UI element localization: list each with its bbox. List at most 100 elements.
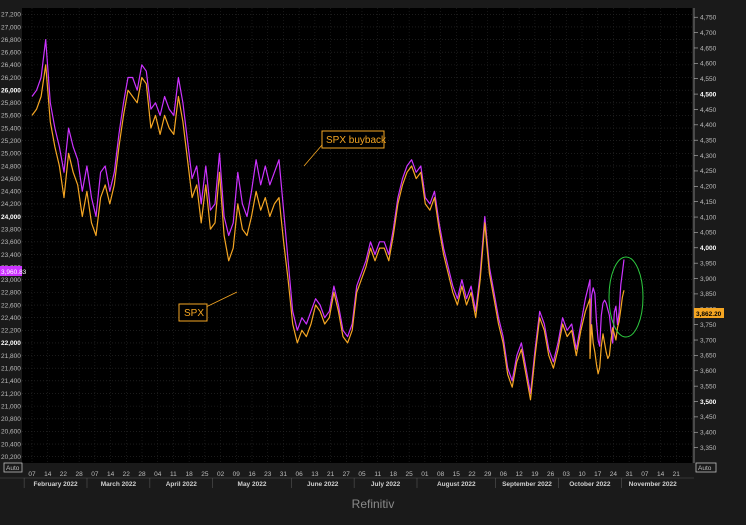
buyback-last-value: 3,960.83 [1, 269, 27, 276]
right-tick-label: 4,600 [700, 61, 717, 68]
x-tick-label: 09 [233, 471, 241, 478]
left-tick-label: 21,000 [1, 403, 21, 410]
month-label: November 2022 [629, 481, 677, 488]
x-tick-label: 25 [406, 471, 414, 478]
left-tick-label: 27,000 [1, 24, 21, 31]
x-tick-label: 03 [563, 471, 571, 478]
x-tick-label: 11 [374, 471, 381, 478]
x-tick-label: 28 [76, 471, 84, 478]
month-label: April 2022 [166, 481, 197, 488]
left-tick-label: 24,200 [1, 201, 21, 208]
left-tick-label: 24,800 [1, 163, 21, 170]
x-tick-label: 21 [327, 471, 335, 478]
x-tick-label: 22 [468, 471, 476, 478]
left-tick-label: 22,800 [1, 290, 21, 297]
right-tick-label: 4,750 [700, 15, 717, 22]
right-tick-label: 4,700 [700, 30, 717, 37]
right-tick-label: 3,650 [700, 353, 717, 360]
left-tick-label: 27,200 [1, 12, 21, 19]
right-tick-label: 4,450 [700, 107, 717, 114]
x-tick-label: 02 [217, 471, 225, 478]
right-tick-label: 3,750 [700, 322, 717, 329]
month-label: October 2022 [569, 481, 611, 488]
right-tick-label: 4,000 [700, 245, 717, 252]
month-label: September 2022 [502, 481, 552, 488]
left-tick-label: 25,200 [1, 138, 21, 145]
x-tick-label: 16 [248, 471, 256, 478]
month-label: February 2022 [34, 481, 78, 488]
left-auto-label: Auto [6, 465, 20, 472]
right-tick-label: 3,850 [700, 291, 717, 298]
left-tick-label: 20,800 [1, 416, 21, 423]
x-tick-label: 07 [91, 471, 99, 478]
x-tick-label: 31 [280, 471, 288, 478]
x-tick-label: 10 [578, 471, 586, 478]
x-tick-label: 06 [296, 471, 304, 478]
x-tick-label: 22 [123, 471, 131, 478]
right-tick-label: 3,400 [700, 430, 717, 437]
left-tick-label: 22,000 [1, 340, 21, 347]
x-tick-label: 22 [60, 471, 68, 478]
left-tick-label: 24,400 [1, 189, 21, 196]
spx-last-value: 3,862.20 [696, 311, 722, 318]
plot-area [22, 8, 692, 463]
x-tick-label: 31 [626, 471, 634, 478]
right-tick-label: 3,600 [700, 368, 717, 375]
right-tick-label: 3,500 [700, 399, 717, 406]
x-tick-label: 29 [484, 471, 492, 478]
left-tick-label: 26,400 [1, 62, 21, 69]
right-tick-label: 4,050 [700, 230, 717, 237]
x-tick-label: 06 [500, 471, 508, 478]
x-tick-label: 01 [421, 471, 429, 478]
month-label: March 2022 [101, 481, 137, 488]
right-tick-label: 3,900 [700, 276, 717, 283]
month-label: June 2022 [307, 481, 339, 488]
left-tick-label: 25,400 [1, 125, 21, 132]
left-tick-label: 22,200 [1, 328, 21, 335]
left-tick-label: 24,600 [1, 176, 21, 183]
right-tick-label: 4,250 [700, 168, 717, 175]
left-tick-label: 21,400 [1, 378, 21, 385]
left-tick-label: 20,600 [1, 429, 21, 436]
x-tick-label: 04 [154, 471, 162, 478]
left-tick-label: 23,000 [1, 277, 21, 284]
right-tick-label: 4,400 [700, 122, 717, 129]
left-tick-label: 26,200 [1, 75, 21, 82]
left-tick-label: 20,400 [1, 441, 21, 448]
x-tick-label: 14 [44, 471, 52, 478]
left-tick-label: 26,800 [1, 37, 21, 44]
x-tick-label: 15 [453, 471, 461, 478]
right-tick-label: 4,200 [700, 184, 717, 191]
x-tick-label: 17 [594, 471, 602, 478]
x-tick-label: 11 [170, 471, 177, 478]
annotation-buyback-label: SPX buyback [326, 135, 387, 146]
x-tick-label: 21 [673, 471, 681, 478]
x-tick-label: 07 [641, 471, 649, 478]
right-tick-label: 3,450 [700, 414, 717, 421]
right-auto-label: Auto [698, 465, 712, 472]
x-tick-label: 07 [28, 471, 36, 478]
right-tick-label: 4,350 [700, 137, 717, 144]
left-tick-label: 26,600 [1, 50, 21, 57]
left-tick-label: 23,800 [1, 226, 21, 233]
credit-label: Refinitiv [352, 497, 395, 511]
right-tick-label: 4,150 [700, 199, 717, 206]
left-tick-label: 23,600 [1, 239, 21, 246]
month-label: August 2022 [437, 481, 476, 488]
left-tick-label: 20,200 [1, 454, 21, 461]
left-tick-label: 23,400 [1, 252, 21, 259]
left-tick-label: 24,000 [1, 214, 21, 221]
left-tick-label: 22,400 [1, 315, 21, 322]
x-tick-label: 28 [138, 471, 146, 478]
chart-svg: 20,200 20,400 20,600 20,800 21,000 21,200 21,4… [0, 0, 746, 520]
x-tick-label: 27 [343, 471, 351, 478]
x-tick-label: 13 [311, 471, 319, 478]
x-tick-label: 12 [516, 471, 524, 478]
right-tick-label: 4,100 [700, 214, 717, 221]
right-tick-label: 4,650 [700, 45, 717, 52]
month-label: May 2022 [238, 481, 267, 488]
x-tick-label: 26 [547, 471, 555, 478]
left-tick-label: 26,000 [1, 87, 21, 94]
x-tick-label: 25 [201, 471, 209, 478]
chart-window: 20,200 20,400 20,600 20,800 21,000 21,200 21,4… [0, 0, 746, 520]
